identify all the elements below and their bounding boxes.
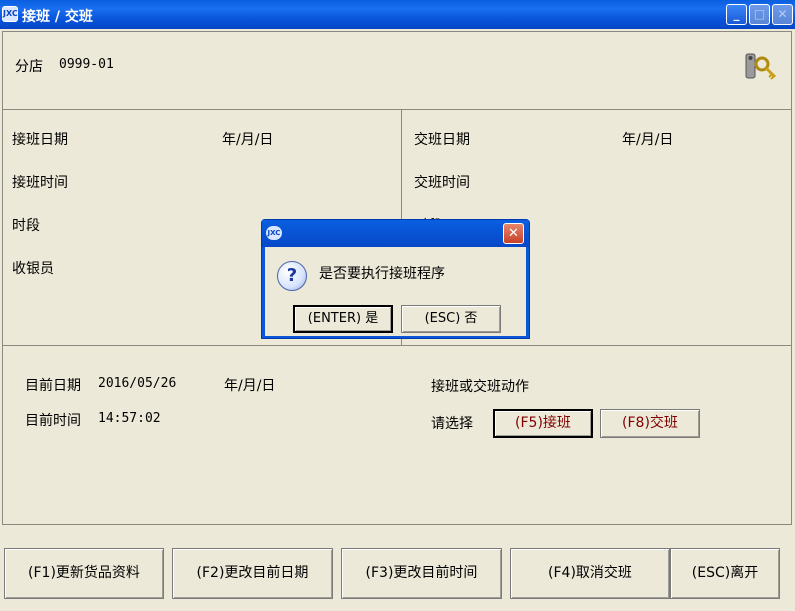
footer-bar: (F1)更新货品资料 (F2)更改目前日期 (F3)更改目前时间 (F4)取消交… — [0, 526, 795, 611]
dialog-app-icon: JXC — [266, 226, 282, 240]
handover-in-date-format: 年/月/日 — [222, 132, 274, 148]
window-title: 接班 / 交班 — [22, 9, 93, 25]
f8-handover-out-button[interactable]: (F8)交班 — [600, 409, 700, 438]
question-icon: ? — [277, 261, 307, 291]
dialog-close-button[interactable]: ✕ — [503, 223, 524, 244]
handover-in-date-label: 接班日期 — [12, 132, 68, 148]
window-titlebar: JXC 接班 / 交班 _ □ ✕ — [0, 0, 795, 29]
action-select-label: 请选择 — [431, 416, 473, 432]
keys-icon — [745, 53, 777, 80]
esc-exit-button[interactable]: (ESC)离开 — [670, 548, 780, 599]
handover-in-period-label: 时段 — [12, 218, 40, 234]
dialog-body: ? 是否要执行接班程序 (ENTER) 是 (ESC) 否 — [265, 247, 526, 336]
f3-change-time-button[interactable]: (F3)更改目前时间 — [341, 548, 502, 599]
f5-handover-in-button[interactable]: (F5)接班 — [493, 409, 593, 438]
current-time-label: 目前时间 — [25, 413, 81, 429]
action-title: 接班或交班动作 — [431, 379, 529, 395]
dialog-titlebar: JXC ✕ — [262, 220, 529, 247]
app-logo-icon: JXC — [2, 6, 18, 22]
f2-change-date-button[interactable]: (F2)更改目前日期 — [172, 548, 333, 599]
store-label: 分店 — [15, 59, 43, 75]
store-panel: 分店 0999-01 — [2, 31, 792, 110]
f4-cancel-handover-button[interactable]: (F4)取消交班 — [510, 548, 670, 599]
current-time-value: 14:57:02 — [98, 411, 161, 426]
maximize-button[interactable]: □ — [749, 4, 770, 25]
close-button[interactable]: ✕ — [772, 4, 793, 25]
current-date-format: 年/月/日 — [224, 378, 276, 394]
current-date-value: 2016/05/26 — [98, 376, 177, 391]
handover-out-date-label: 交班日期 — [414, 132, 470, 148]
current-info-panel: 目前日期 2016/05/26 年/月/日 目前时间 14:57:02 接班或交… — [2, 345, 792, 525]
dialog-message: 是否要执行接班程序 — [319, 266, 445, 282]
handover-in-time-label: 接班时间 — [12, 175, 68, 191]
handover-out-date-format: 年/月/日 — [622, 132, 674, 148]
f1-update-goods-button[interactable]: (F1)更新货品资料 — [4, 548, 164, 599]
dialog-yes-button[interactable]: (ENTER) 是 — [293, 305, 393, 333]
handover-in-cashier-label: 收银员 — [12, 261, 54, 277]
handover-out-time-label: 交班时间 — [414, 175, 470, 191]
minimize-button[interactable]: _ — [726, 4, 747, 25]
store-code: 0999-01 — [59, 57, 114, 72]
confirm-dialog: JXC ✕ ? 是否要执行接班程序 (ENTER) 是 (ESC) 否 — [261, 219, 530, 339]
current-date-label: 目前日期 — [25, 378, 81, 394]
dialog-no-button[interactable]: (ESC) 否 — [401, 305, 501, 333]
